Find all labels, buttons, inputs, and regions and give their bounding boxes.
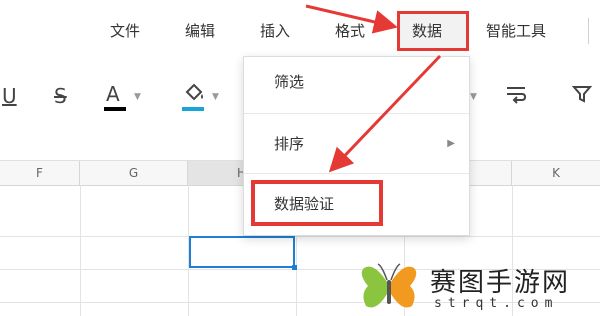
menu-divider [244,173,469,174]
menu-divider [588,18,589,44]
fill-color-dropdown-icon[interactable]: ▼ [212,92,219,102]
watermark-logo: 赛图手游网 strqt.com [352,258,600,316]
menu-divider [244,113,469,114]
toolbar-dropdown-icon[interactable]: ▼ [470,92,477,102]
wrap-text-icon[interactable] [505,84,527,107]
filter-icon[interactable] [571,84,593,107]
column-header-g[interactable]: G [80,161,188,185]
menu-format[interactable]: 格式 [335,20,365,41]
menu-bar: 文件 编辑 插入 格式 数据 智能工具 [0,0,600,62]
watermark-text: 赛图手游网 [430,268,571,298]
menu-item-sort[interactable]: 排序 [274,133,304,154]
submenu-arrow-icon: ▶ [447,138,455,149]
menu-file[interactable]: 文件 [110,20,140,41]
font-color-swatch [104,107,126,111]
data-validation-highlight [251,180,383,226]
font-color-dropdown-icon[interactable]: ▼ [134,92,141,102]
column-header-f[interactable]: F [0,161,80,185]
fill-color-icon[interactable] [182,82,206,107]
menu-insert[interactable]: 插入 [260,20,290,41]
menu-smart-tools[interactable]: 智能工具 [486,20,546,41]
fill-handle[interactable] [292,265,297,270]
strikethrough-icon[interactable]: S [54,86,67,106]
menu-edit[interactable]: 编辑 [185,20,215,41]
menu-data[interactable]: 数据 [412,20,442,41]
menu-item-filter[interactable]: 筛选 [274,71,304,92]
fill-color-swatch [182,107,204,111]
watermark-subtext: strqt.com [434,296,559,311]
font-color-icon[interactable]: A [106,84,120,104]
underline-icon[interactable]: U [2,86,17,106]
active-cell[interactable] [189,236,295,268]
column-header-k[interactable]: K [512,161,600,185]
grid-line [80,185,81,316]
grid-line [0,236,600,237]
butterfly-logo-icon [361,263,417,308]
